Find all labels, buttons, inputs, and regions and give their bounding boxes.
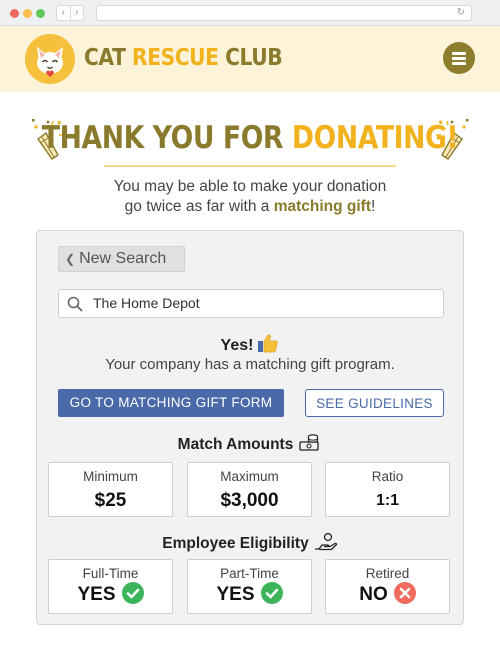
eligibility-full-time-box: Full-Time YES	[48, 559, 173, 614]
back-arrow-icon[interactable]: ‹	[57, 6, 70, 20]
intro-line-1: You may be able to make your donation	[113, 178, 387, 195]
browser-chrome: ‹ › ↻	[0, 0, 500, 26]
part-time-value: YES	[216, 584, 255, 605]
thumbs-up-icon	[258, 334, 279, 353]
heading-part-thanks: THANK YOU FOR	[41, 120, 292, 156]
match-ratio-box: Ratio 1:1	[325, 462, 450, 517]
part-time-label: Part-Time	[220, 566, 279, 581]
brand-word-club: CLUB	[218, 45, 283, 71]
search-icon	[67, 296, 83, 312]
thank-you-heading: THANK YOU FOR DONATING!	[0, 117, 500, 159]
matching-gift-form-button[interactable]: GO TO MATCHING GIFT FORM	[58, 389, 284, 417]
hand-coin-icon	[314, 532, 337, 551]
match-minimum-box: Minimum $25	[48, 462, 173, 517]
brand-name[interactable]: CAT RESCUE CLUB	[84, 43, 283, 73]
browser-nav-buttons: ‹ ›	[56, 5, 84, 21]
eligibility-retired-box: Retired NO	[325, 559, 450, 614]
hamburger-menu-icon[interactable]	[443, 42, 475, 74]
check-circle-icon	[260, 582, 283, 604]
eligibility-part-time-box: Part-Time YES	[187, 559, 312, 614]
heading-part-donating: DONATING!	[291, 120, 459, 156]
company-search-input[interactable]: The Home Depot	[58, 289, 444, 318]
result-message: Your company has a matching gift program…	[105, 356, 395, 373]
match-maximum-value: $3,000	[220, 490, 279, 511]
search-value: The Home Depot	[93, 295, 200, 311]
reload-icon[interactable]: ↻	[457, 6, 465, 20]
site-header: CAT RESCUE CLUB	[0, 26, 500, 92]
result-yes: Yes!	[0, 333, 500, 356]
brand-word-rescue: RESCUE	[132, 45, 219, 71]
window-close-dot[interactable]	[10, 9, 19, 18]
window-minimize-dot[interactable]	[23, 9, 32, 18]
new-search-label: New Search	[79, 250, 167, 267]
heading-divider	[104, 165, 396, 167]
employee-eligibility-title: Employee Eligibility	[0, 532, 500, 554]
see-guidelines-button[interactable]: SEE GUIDELINES	[305, 389, 444, 417]
full-time-value: YES	[77, 584, 116, 605]
money-stack-icon	[299, 434, 319, 451]
window-maximize-dot[interactable]	[36, 9, 45, 18]
check-circle-icon	[121, 582, 144, 604]
match-maximum-box: Maximum $3,000	[187, 462, 312, 517]
forward-arrow-icon[interactable]: ›	[69, 6, 84, 20]
brand-word-cat: CAT	[84, 45, 133, 71]
match-ratio-label: Ratio	[371, 469, 404, 484]
intro-line-2: go twice as far with a matching gift!	[124, 198, 376, 215]
match-ratio-value: 1:1	[375, 492, 400, 509]
chevron-left-icon: ❮	[65, 252, 76, 266]
match-amounts-title: Match Amounts	[0, 433, 500, 455]
address-bar[interactable]: ↻	[96, 5, 472, 21]
matching-gift-highlight: matching gift	[273, 198, 372, 215]
match-minimum-value: $25	[94, 490, 127, 511]
full-time-label: Full-Time	[82, 566, 139, 581]
retired-label: Retired	[365, 566, 410, 581]
cat-logo-icon[interactable]	[25, 34, 75, 84]
retired-value: NO	[359, 584, 388, 605]
match-maximum-label: Maximum	[220, 469, 279, 484]
match-minimum-label: Minimum	[83, 469, 138, 484]
x-circle-icon	[393, 582, 416, 604]
matching-gift-intro: You may be able to make your donation go…	[0, 177, 500, 217]
new-search-button[interactable]: ❮ New Search	[58, 246, 185, 272]
